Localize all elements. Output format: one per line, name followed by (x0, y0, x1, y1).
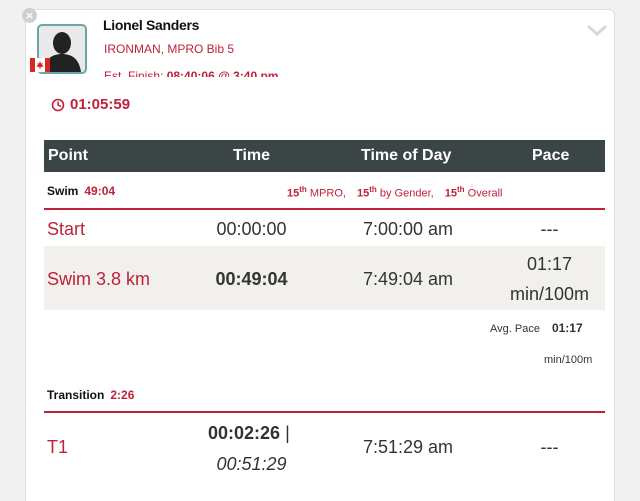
pace-unit: min/100m (509, 284, 590, 304)
avg-pace-label: Avg. Pace (490, 323, 540, 335)
avg-pace: Avg. Pace 01:17 (490, 321, 583, 335)
rank-overall: 15 (444, 187, 458, 200)
swim-title: Swim (47, 184, 79, 198)
col-time-of-day: Time of Day (361, 147, 452, 164)
chevron-down-icon[interactable] (587, 24, 607, 38)
split-time-line: 00:02:26 | (208, 423, 290, 444)
separator: | (285, 423, 290, 443)
table-row: T1 00:02:26 | 00:51:29 7:51:29 am --- (44, 413, 605, 483)
rank-suffix: th (457, 185, 465, 194)
pace-value: 01:17 (526, 254, 573, 274)
split-table-header: Point Time Time of Day Pace (44, 140, 605, 172)
rank-label: Overall (467, 187, 503, 200)
point-name[interactable]: Start (47, 219, 85, 240)
transition-time: 2:26 (110, 388, 135, 402)
rank-suffix: th (299, 185, 307, 194)
est-finish: Est. Finish: 08:40:06 @ 3:40 pm (104, 67, 294, 77)
avg-pace-value: 01:17 (551, 321, 583, 335)
clock-icon (51, 98, 65, 112)
table-row: Start 00:00:00 7:00:00 am --- (44, 210, 605, 246)
avg-pace-unit: min/100m (544, 354, 593, 366)
pace: --- (540, 219, 559, 239)
time-of-day: 7:49:04 am (362, 269, 454, 289)
close-icon[interactable]: × (22, 8, 37, 23)
pace: --- (540, 437, 559, 457)
point-name[interactable]: T1 (47, 437, 68, 458)
est-finish-value: 08:40:06 @ 3:40 pm (166, 69, 279, 77)
rank-label: by Gender, (379, 187, 434, 200)
rank-label: MPRO, (309, 187, 346, 200)
elapsed-time: 01:05:59 (70, 96, 131, 113)
split-time: 00:49:04 (215, 269, 288, 289)
swim-ranks: 15th MPRO, 15th by Gender, 15th Overall (287, 185, 502, 200)
time-of-day: 7:51:29 am (362, 437, 454, 457)
split-time: 00:00:00 (216, 219, 287, 239)
cumulative-time: 00:51:29 (216, 454, 287, 474)
col-time: Time (233, 147, 271, 164)
athlete-name[interactable]: Lionel Sanders (103, 17, 199, 33)
table-row: Swim 3.8 km 00:49:04 7:49:04 am 01:17 mi… (44, 246, 605, 310)
rank-gender: 15 (357, 187, 370, 200)
transition-title: Transition (47, 388, 105, 402)
swim-time: 49:04 (84, 184, 116, 198)
athlete-division-bib: IRONMAN, MPRO Bib 5 (104, 42, 235, 56)
canada-flag-icon (30, 58, 50, 72)
col-pace: Pace (532, 147, 570, 164)
split-time: 00:02:26 (208, 423, 281, 443)
col-point: Point (48, 147, 88, 164)
rank-suffix: th (369, 185, 377, 194)
point-name[interactable]: Swim 3.8 km (47, 269, 150, 290)
rank-mpro: 15 (287, 187, 300, 200)
est-finish-label: Est. Finish: (104, 69, 164, 77)
time-of-day: 7:00:00 am (362, 219, 454, 239)
